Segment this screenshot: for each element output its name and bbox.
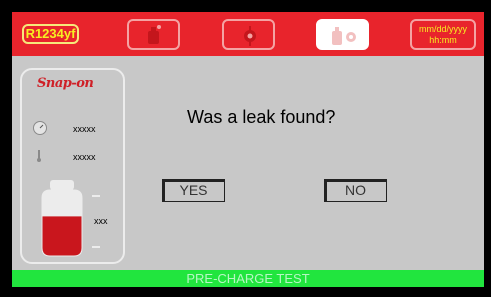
leak-test-icon [332, 27, 356, 45]
tank-tick-upper [92, 195, 100, 197]
date-text: mm/dd/yyyy [418, 24, 467, 34]
tank-value: xxx [94, 216, 108, 226]
yes-button[interactable]: YES [162, 179, 225, 202]
dye-tab-button[interactable] [222, 19, 275, 50]
thermometer-icon [37, 150, 41, 162]
tank-fill-level [42, 216, 82, 256]
time-text: hh:mm [429, 35, 457, 45]
oil-tab-button[interactable] [127, 19, 180, 50]
no-button[interactable]: NO [324, 179, 387, 202]
gauge-icon [33, 121, 47, 135]
temperature-value: xxxxx [73, 152, 96, 162]
tank-tick-lower [92, 246, 100, 248]
machine-screen: R1234yf mm/dd/yyyy hh:mm Snap-on xxxxx x… [12, 12, 484, 287]
brand-logo: Snap-on [37, 76, 94, 91]
status-side-panel: Snap-on xxxxx xxxxx xxx [20, 68, 125, 264]
dye-injection-icon [244, 26, 256, 46]
oil-bottle-icon [148, 25, 161, 44]
refrigerant-badge[interactable]: R1234yf [22, 24, 79, 44]
leak-question: Was a leak found? [187, 107, 336, 127]
top-bar: R1234yf mm/dd/yyyy hh:mm [12, 12, 484, 56]
date-time-button[interactable]: mm/dd/yyyy hh:mm [410, 19, 476, 50]
status-bar: PRE-CHARGE TEST [12, 270, 484, 287]
refrigerant-tank-icon [41, 180, 83, 257]
leak-test-tab-button[interactable] [316, 19, 369, 50]
pressure-value: xxxxx [73, 124, 96, 134]
